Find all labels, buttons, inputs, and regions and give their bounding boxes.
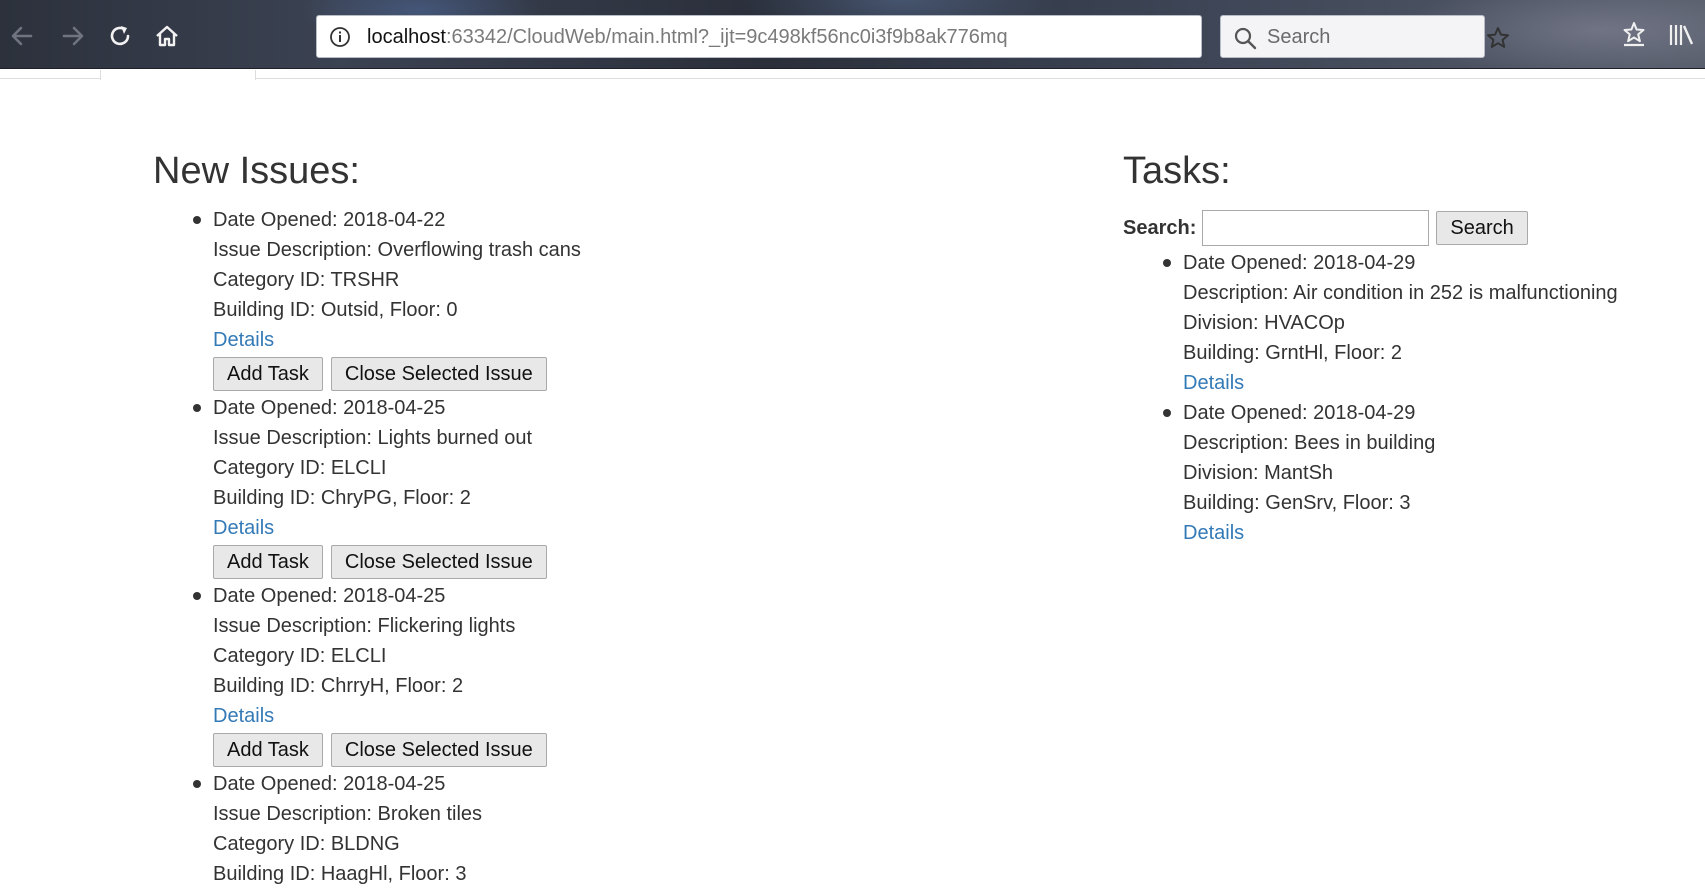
- task-details-link[interactable]: Details: [1183, 522, 1244, 544]
- issue-item: Date Opened: 2018-04-25 Issue Descriptio…: [193, 769, 913, 889]
- issue-category: Category ID: TRSHR: [213, 269, 400, 291]
- issue-item: Date Opened: 2018-04-25 Issue Descriptio…: [193, 393, 913, 579]
- task-search-label: Search:: [1123, 216, 1197, 239]
- issue-date: Date Opened: 2018-04-25: [213, 585, 446, 607]
- add-task-button[interactable]: Add Task: [213, 733, 323, 767]
- new-issues-heading: New Issues:: [153, 150, 360, 192]
- task-building: Building: GrntHl, Floor: 2: [1183, 342, 1402, 364]
- issue-description: Issue Description: Lights burned out: [213, 427, 533, 449]
- downloads-star-icon[interactable]: [1620, 20, 1648, 48]
- list-bullet: [193, 592, 201, 600]
- tasks-section: Tasks: Search: Search Date Opened: 2018-…: [1123, 150, 1683, 548]
- issue-category: Category ID: BLDNG: [213, 833, 400, 855]
- task-division: Division: MantSh: [1183, 462, 1334, 484]
- url-text[interactable]: localhost:63342/CloudWeb/main.html?_ijt=…: [367, 26, 1342, 48]
- close-selected-issue-button[interactable]: Close Selected Issue: [330, 357, 547, 391]
- list-bullet: [193, 780, 201, 788]
- list-bullet: [193, 216, 201, 224]
- browser-search-field[interactable]: Search: [1220, 15, 1485, 58]
- issue-date: Date Opened: 2018-04-25: [213, 397, 446, 419]
- task-search-button[interactable]: Search: [1436, 211, 1528, 245]
- close-selected-issue-button[interactable]: Close Selected Issue: [330, 733, 547, 767]
- issue-item: Date Opened: 2018-04-25 Issue Descriptio…: [193, 581, 913, 767]
- issue-category: Category ID: ELCLI: [213, 457, 387, 479]
- task-building: Building: GenSrv, Floor: 3: [1183, 492, 1411, 514]
- reload-icon: [110, 26, 130, 46]
- search-placeholder: Search: [1267, 26, 1331, 48]
- issue-building: Building ID: ChryPG, Floor: 2: [213, 487, 471, 509]
- task-description: Description: Bees in building: [1183, 432, 1436, 454]
- issue-description: Issue Description: Broken tiles: [213, 803, 483, 825]
- issue-description: Issue Description: Overflowing trash can…: [213, 239, 581, 261]
- issue-building: Building ID: Outsid, Floor: 0: [213, 299, 458, 321]
- task-description: Description: Air condition in 252 is mal…: [1183, 282, 1618, 304]
- issues-list: Date Opened: 2018-04-22 Issue Descriptio…: [153, 205, 913, 889]
- task-division: Division: HVACOp: [1183, 312, 1345, 334]
- task-item: Date Opened: 2018-04-29 Description: Bee…: [1163, 398, 1683, 548]
- issue-date: Date Opened: 2018-04-22: [213, 209, 446, 231]
- new-issues-section: New Issues: Date Opened: 2018-04-22 Issu…: [153, 150, 913, 889]
- issue-category: Category ID: ELCLI: [213, 645, 387, 667]
- list-bullet: [193, 404, 201, 412]
- task-date: Date Opened: 2018-04-29: [1183, 402, 1416, 424]
- issue-building: Building ID: HaagHl, Floor: 3: [213, 863, 467, 885]
- search-icon: [1234, 27, 1257, 50]
- issue-details-link[interactable]: Details: [213, 705, 274, 727]
- task-details-link[interactable]: Details: [1183, 372, 1244, 394]
- address-bar[interactable]: localhost:63342/CloudWeb/main.html?_ijt=…: [316, 15, 1509, 58]
- home-button[interactable]: [149, 18, 185, 54]
- home-icon: [156, 25, 178, 47]
- issue-date: Date Opened: 2018-04-25: [213, 773, 446, 795]
- issue-item: Date Opened: 2018-04-22 Issue Descriptio…: [193, 205, 913, 391]
- task-date: Date Opened: 2018-04-29: [1183, 252, 1416, 274]
- back-button[interactable]: [4, 18, 40, 54]
- add-task-button[interactable]: Add Task: [213, 545, 323, 579]
- back-arrow-icon: [11, 26, 33, 46]
- tasks-heading: Tasks:: [1123, 150, 1231, 192]
- close-selected-issue-button[interactable]: Close Selected Issue: [330, 545, 547, 579]
- issue-description: Issue Description: Flickering lights: [213, 615, 516, 637]
- bookmark-star-icon[interactable]: [1485, 25, 1511, 51]
- reload-button[interactable]: [102, 18, 138, 54]
- tasks-list: Date Opened: 2018-04-29 Description: Air…: [1123, 248, 1683, 548]
- issue-details-link[interactable]: Details: [213, 329, 274, 351]
- list-bullet: [1163, 409, 1171, 417]
- list-bullet: [1163, 259, 1171, 267]
- task-item: Date Opened: 2018-04-29 Description: Air…: [1163, 248, 1683, 398]
- forward-button[interactable]: [55, 18, 91, 54]
- task-search-row: Search: Search: [1123, 210, 1683, 246]
- info-icon[interactable]: [329, 26, 351, 48]
- issue-building: Building ID: ChrryH, Floor: 2: [213, 675, 464, 697]
- add-task-button[interactable]: Add Task: [213, 357, 323, 391]
- active-tab-indicator[interactable]: [100, 70, 256, 80]
- url-path: :63342/CloudWeb/main.html?_ijt=9c498kf56…: [445, 26, 1008, 48]
- forward-arrow-icon: [62, 26, 84, 46]
- url-host: localhost: [367, 26, 446, 48]
- browser-toolbar: localhost:63342/CloudWeb/main.html?_ijt=…: [0, 0, 1705, 69]
- issue-details-link[interactable]: Details: [213, 517, 274, 539]
- task-search-input[interactable]: [1202, 210, 1430, 246]
- library-icon[interactable]: [1668, 22, 1696, 48]
